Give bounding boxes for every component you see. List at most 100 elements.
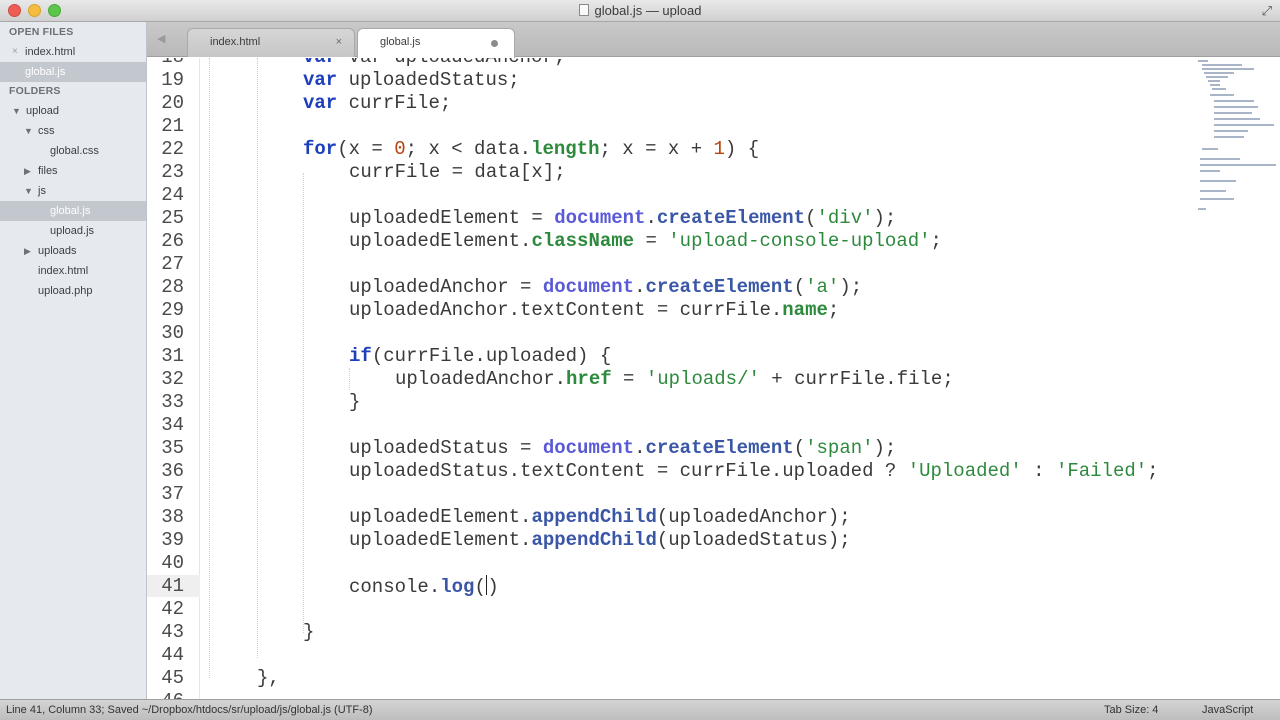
minimap-line [1214, 106, 1258, 108]
code-line: }, [257, 667, 280, 690]
string-literal: 'Uploaded' [907, 460, 1022, 482]
tab-global-js[interactable]: global.js [357, 28, 515, 58]
line-number: 26 [161, 230, 184, 252]
line-number: 25 [161, 207, 184, 229]
code-text: ); [839, 276, 863, 298]
code-line: uploadedElement = document.createElement… [349, 207, 896, 230]
sidebar: OPEN FILES × index.html global.js FOLDER… [0, 22, 147, 699]
code-text: = [611, 368, 646, 390]
code-text: ; [827, 299, 840, 321]
folder-css[interactable]: ▼ css [0, 121, 146, 141]
file-index-html[interactable]: index.html [0, 261, 146, 281]
minimap-line [1198, 60, 1208, 62]
line-number: 37 [161, 483, 184, 505]
code-line: } [303, 621, 314, 644]
line-number: 23 [161, 161, 184, 183]
chevron-down-icon[interactable]: ▼ [24, 121, 33, 141]
line-number: 20 [161, 92, 184, 114]
line-number: 44 [161, 644, 184, 666]
code-text: currFile; [348, 92, 452, 114]
syntax-selector[interactable]: JavaScript [1202, 700, 1253, 720]
indent-guide [303, 173, 304, 633]
property: href [566, 368, 612, 390]
open-file-global-js[interactable]: global.js [0, 62, 146, 82]
code-text: uploadedElement. [349, 230, 532, 252]
code-text: . [645, 207, 657, 229]
line-number: 42 [161, 598, 184, 620]
line-number: 19 [161, 69, 184, 91]
folder-uploads[interactable]: ▶ uploads [0, 241, 146, 261]
minimap[interactable] [1192, 58, 1280, 218]
code-text: ; [930, 230, 942, 252]
close-icon[interactable]: × [12, 42, 18, 62]
line-number: 29 [161, 299, 184, 321]
file-upload-php[interactable]: upload.php [0, 281, 146, 301]
code-editor[interactable]: 18 19 20 21 22 23 24 25 26 27 28 29 30 3… [147, 58, 1280, 699]
tree-label: js [38, 185, 46, 197]
tab-label: index.html [210, 36, 261, 48]
line-number: 38 [161, 506, 184, 528]
code-text: currFile = data[x]; [349, 161, 566, 183]
window-title: global.js — upload [594, 3, 702, 18]
line-number: 28 [161, 276, 184, 298]
chevron-right-icon[interactable]: ▶ [24, 241, 31, 261]
line-number: 45 [161, 667, 184, 689]
code-text: ( [474, 576, 486, 598]
code-text: (uploadedStatus); [656, 529, 851, 551]
minimap-line [1214, 130, 1248, 132]
code-text: . [634, 276, 646, 298]
line-number-current: 41 [147, 575, 200, 597]
code-text: uploadedElement. [349, 529, 532, 551]
open-files-header: OPEN FILES [9, 26, 74, 38]
chevron-down-icon[interactable]: ▼ [12, 101, 21, 121]
code-line: var currFile; [303, 92, 451, 115]
open-file-index-html[interactable]: × index.html [0, 42, 146, 62]
minimap-line [1214, 100, 1254, 102]
code-text: uploadedElement. [349, 506, 532, 528]
line-number: 32 [161, 368, 184, 390]
chevron-right-icon[interactable]: ▶ [24, 161, 31, 181]
minimap-line [1200, 180, 1236, 182]
folder-upload[interactable]: ▼ upload [0, 101, 146, 121]
code-text: uploadedAnchor = [349, 276, 543, 298]
unsaved-dot-icon[interactable] [491, 40, 498, 47]
string-literal: 'upload-console-upload' [668, 230, 931, 252]
minimap-line [1202, 148, 1218, 150]
code-text: (x = [337, 138, 395, 160]
tab-index-html[interactable]: index.html × [187, 28, 355, 57]
line-number: 18 [147, 58, 184, 68]
function: log [440, 576, 475, 598]
tab-bar: ◀ ▶ index.html × global.js [147, 22, 1280, 58]
line-number: 34 [161, 414, 184, 436]
file-global-js[interactable]: global.js [0, 201, 146, 221]
close-icon[interactable]: × [336, 29, 342, 55]
code-text: ); [873, 207, 897, 229]
tree-label: upload.js [50, 225, 95, 237]
code-line: if(currFile.uploaded) { [349, 345, 611, 368]
fullscreen-icon[interactable]: ⤢ [1262, 3, 1272, 19]
code-text: (uploadedAnchor); [656, 506, 851, 528]
code-line: uploadedStatus.textContent = currFile.up… [349, 460, 1159, 483]
tree-label: upload [26, 105, 60, 117]
code-text: ; x = x + [599, 138, 714, 160]
line-number: 46 [147, 690, 184, 699]
function: createElement [656, 207, 806, 229]
code-text: ) [487, 576, 499, 598]
file-global-css[interactable]: global.css [0, 141, 146, 161]
code-line-current: console.log() [349, 575, 499, 598]
chevron-down-icon[interactable]: ▼ [24, 181, 33, 201]
function: createElement [645, 276, 794, 298]
document-icon [578, 4, 589, 16]
folder-js[interactable]: ▼ js [0, 181, 146, 201]
object: document [542, 276, 635, 298]
minimap-line [1212, 88, 1226, 90]
function: appendChild [531, 529, 657, 551]
line-number: 43 [161, 621, 184, 643]
folder-files[interactable]: ▶ files [0, 161, 146, 181]
tree-label: files [38, 165, 58, 177]
tab-size-selector[interactable]: Tab Size: 4 [1104, 700, 1158, 720]
code-text: = [634, 230, 669, 252]
property: className [531, 230, 635, 252]
file-upload-js[interactable]: upload.js [0, 221, 146, 241]
code-line: uploadedElement.appendChild(uploadedStat… [349, 529, 851, 552]
